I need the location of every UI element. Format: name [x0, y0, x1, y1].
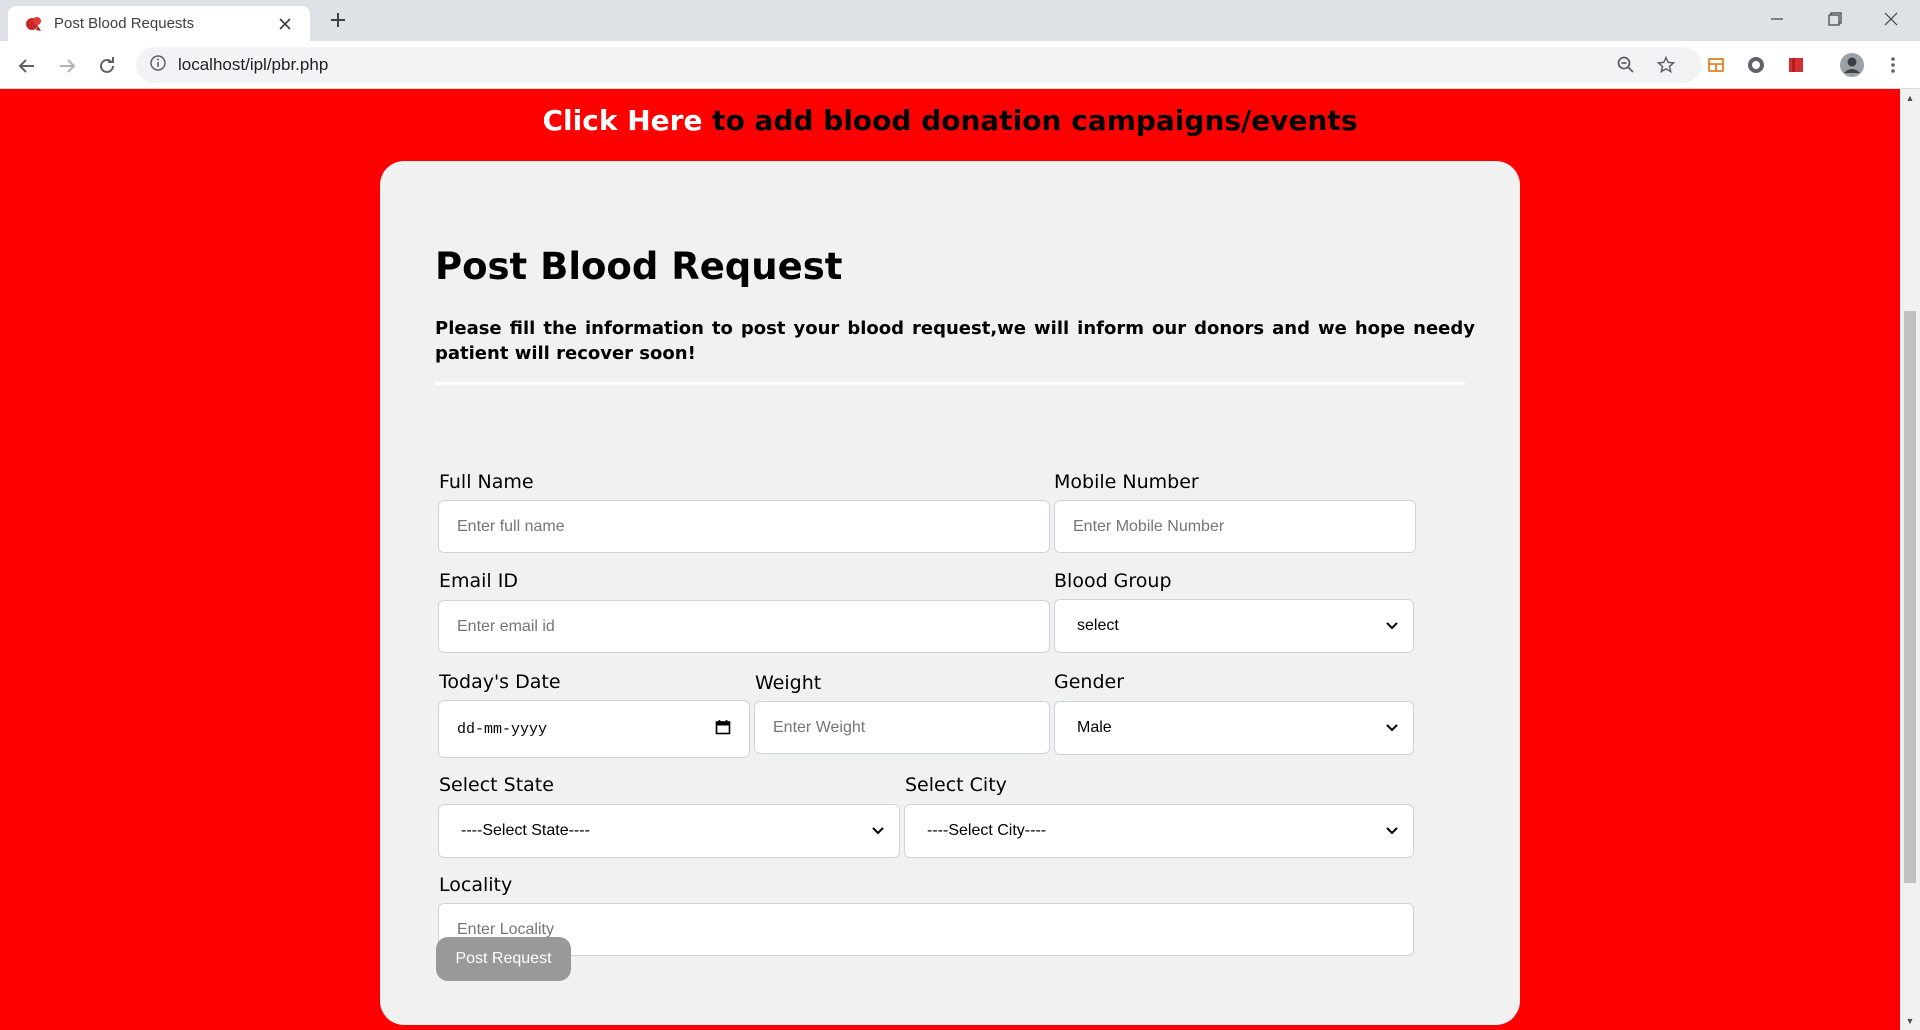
blood-group-select[interactable]: select: [1054, 599, 1414, 653]
extension-icon[interactable]: [1741, 50, 1771, 80]
page-scrollbar[interactable]: ▲ ▼: [1900, 89, 1920, 1030]
state-value: ----Select State----: [461, 822, 590, 839]
email-input[interactable]: [438, 600, 1050, 653]
extension-icon[interactable]: [1781, 50, 1811, 80]
profile-icon[interactable]: [1837, 50, 1867, 80]
chevron-down-icon: [1385, 721, 1399, 735]
click-here-link[interactable]: Click Here: [543, 104, 703, 137]
gender-label: Gender: [1054, 671, 1125, 693]
close-window-icon[interactable]: [1862, 0, 1920, 38]
state-select[interactable]: ----Select State----: [438, 804, 900, 858]
chevron-down-icon: [1385, 619, 1399, 633]
form-description: Please fill the information to post your…: [435, 318, 1475, 364]
weight-label: Weight: [755, 672, 822, 694]
locality-label: Locality: [439, 874, 513, 896]
scroll-up-arrow-icon[interactable]: ▲: [1900, 89, 1920, 107]
blood-group-value: select: [1077, 617, 1119, 634]
date-input[interactable]: dd-mm-yyyy: [438, 700, 750, 758]
post-request-button[interactable]: Post Request: [436, 937, 571, 981]
chevron-down-icon: [1385, 824, 1399, 838]
page-title: Post Blood Request: [435, 245, 843, 288]
url-text: localhost/ipl/pbr.php: [178, 55, 329, 74]
page-viewport: Click Here to add blood donation campaig…: [0, 89, 1900, 1030]
divider: [435, 382, 1465, 385]
star-icon[interactable]: [1651, 50, 1681, 80]
state-label: Select State: [439, 774, 554, 796]
address-bar[interactable]: localhost/ipl/pbr.php: [136, 47, 1701, 83]
banner-text: to add blood donation campaigns/events: [702, 104, 1358, 137]
restore-icon[interactable]: [1806, 0, 1864, 38]
city-select[interactable]: ----Select City----: [904, 804, 1414, 858]
weight-input[interactable]: [754, 701, 1050, 754]
request-form-card: Post Blood Request Please fill the infor…: [380, 161, 1520, 1025]
close-icon[interactable]: [274, 13, 296, 35]
info-icon[interactable]: [150, 54, 166, 76]
tab-title: Post Blood Requests: [54, 15, 195, 32]
date-label: Today's Date: [439, 671, 561, 693]
back-icon[interactable]: [10, 49, 44, 83]
campaign-banner: Click Here to add blood donation campaig…: [0, 104, 1900, 137]
gender-value: Male: [1077, 719, 1112, 736]
full-name-input[interactable]: [438, 500, 1050, 553]
extension-icon[interactable]: [1701, 50, 1731, 80]
menu-icon[interactable]: [1878, 50, 1908, 80]
blood-group-label: Blood Group: [1054, 570, 1172, 592]
calendar-icon[interactable]: [715, 719, 731, 740]
full-name-label: Full Name: [439, 471, 534, 493]
chevron-down-icon: [871, 824, 885, 838]
gender-select[interactable]: Male: [1054, 701, 1414, 755]
email-label: Email ID: [439, 570, 518, 592]
plus-icon[interactable]: [324, 6, 352, 34]
browser-toolbar: localhost/ipl/pbr.php: [0, 41, 1920, 89]
zoom-icon[interactable]: [1611, 50, 1641, 80]
minimize-icon[interactable]: [1748, 0, 1806, 38]
city-value: ----Select City----: [927, 822, 1047, 839]
forward-icon[interactable]: [50, 49, 84, 83]
mobile-number-input[interactable]: [1054, 500, 1416, 553]
tab-bar: Post Blood Requests: [0, 0, 1920, 41]
scroll-thumb[interactable]: [1904, 311, 1916, 883]
favicon-icon: [24, 14, 44, 34]
city-label: Select City: [905, 774, 1007, 796]
date-value: dd-mm-yyyy: [457, 720, 548, 738]
browser-tab[interactable]: Post Blood Requests: [8, 6, 310, 41]
locality-input[interactable]: [438, 903, 1414, 956]
reload-icon[interactable]: [90, 49, 124, 83]
scroll-down-arrow-icon[interactable]: ▼: [1900, 1012, 1920, 1030]
mobile-number-label: Mobile Number: [1054, 471, 1199, 493]
